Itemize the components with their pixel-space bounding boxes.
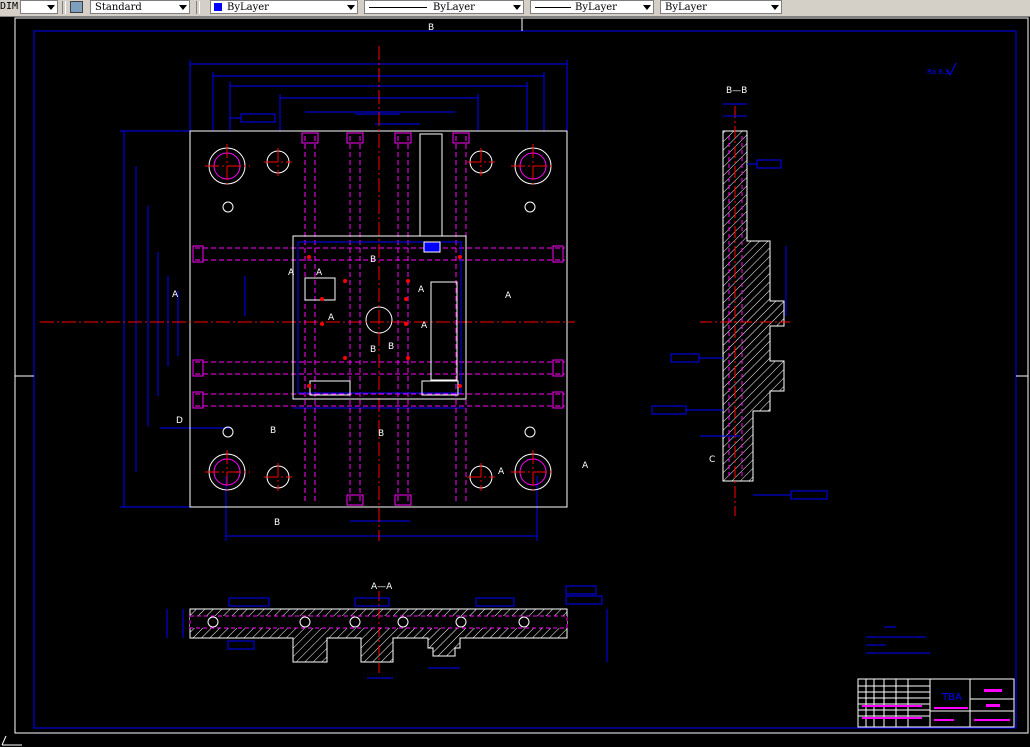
section-bb-label: B—B bbox=[726, 86, 747, 96]
section-marker-b-inner: B bbox=[370, 255, 376, 265]
section-marker-a-right: A bbox=[505, 291, 512, 301]
section-bb-view: B—B C bbox=[651, 86, 828, 516]
chevron-down-icon bbox=[47, 5, 55, 10]
dim-style-combo[interactable]: DIM bbox=[0, 0, 18, 15]
properties-toolbar: DIM Standard ByLayer ByLayer ByLayer ByL… bbox=[0, 0, 1030, 17]
section-marker-b-top: B bbox=[428, 23, 434, 33]
section-marker-a-left: A bbox=[172, 290, 179, 300]
roughness-note: Ra 6.3 bbox=[927, 62, 957, 77]
toolbar-separator bbox=[196, 1, 200, 14]
section-marker-b-bottom: B bbox=[274, 518, 280, 528]
linetype-combo[interactable]: ByLayer bbox=[364, 0, 524, 14]
chevron-down-icon bbox=[347, 5, 355, 10]
toolbar-separator bbox=[62, 1, 66, 14]
text-style-icon[interactable] bbox=[70, 1, 83, 13]
lineweight-preview-icon bbox=[535, 7, 571, 8]
part-code: TBA bbox=[941, 692, 962, 703]
section-marker-b-inner-3: B bbox=[388, 342, 394, 352]
section-marker-d: D bbox=[176, 416, 183, 426]
color-combo[interactable]: ByLayer bbox=[210, 0, 358, 14]
section-marker-b-mid: B bbox=[378, 429, 384, 439]
section-marker-a-inner: A bbox=[288, 268, 295, 278]
plan-view: A A A A B B B B B B B A A D A A A bbox=[40, 23, 589, 541]
roughness-text: Ra 6.3 bbox=[927, 68, 949, 76]
chevron-down-icon bbox=[643, 5, 651, 10]
lineweight-combo[interactable]: ByLayer bbox=[530, 0, 654, 14]
technical-notes bbox=[866, 626, 930, 654]
section-aa-view: A—A bbox=[166, 582, 608, 679]
section-marker-b-left: B bbox=[270, 426, 276, 436]
plot-style-value: ByLayer bbox=[665, 2, 707, 13]
chevron-down-icon bbox=[513, 5, 521, 10]
layout-tab-bar bbox=[0, 735, 1030, 747]
title-block: TBA bbox=[857, 678, 1015, 728]
section-marker-a-far: A bbox=[582, 461, 589, 471]
section-marker-a-core-3: A bbox=[328, 313, 335, 323]
color-value: ByLayer bbox=[227, 2, 269, 13]
section-marker-a-inner-2: A bbox=[316, 268, 323, 278]
drawing-canvas[interactable]: A A A A B B B B B B B A A D A A A B—B C … bbox=[0, 16, 1030, 735]
section-marker-b-inner-2: B bbox=[370, 345, 376, 355]
section-marker-a-core-2: A bbox=[421, 321, 428, 331]
lineweight-value: ByLayer bbox=[575, 2, 617, 13]
color-swatch-icon bbox=[214, 3, 222, 11]
chevron-down-icon bbox=[771, 5, 779, 10]
section-marker-a-core: A bbox=[418, 285, 425, 295]
section-marker-c: C bbox=[709, 455, 715, 465]
section-aa-label: A—A bbox=[371, 582, 393, 592]
text-style-combo[interactable]: Standard bbox=[90, 0, 190, 14]
text-style-value: Standard bbox=[95, 2, 142, 13]
dim-style-dropdown-tail[interactable] bbox=[20, 0, 58, 14]
section-marker-a-lower: A bbox=[498, 467, 505, 477]
plot-style-combo[interactable]: ByLayer bbox=[660, 0, 782, 14]
linetype-preview-icon bbox=[369, 7, 427, 8]
chevron-down-icon bbox=[179, 5, 187, 10]
ucs-icon bbox=[1, 735, 22, 746]
linetype-value: ByLayer bbox=[433, 2, 475, 13]
